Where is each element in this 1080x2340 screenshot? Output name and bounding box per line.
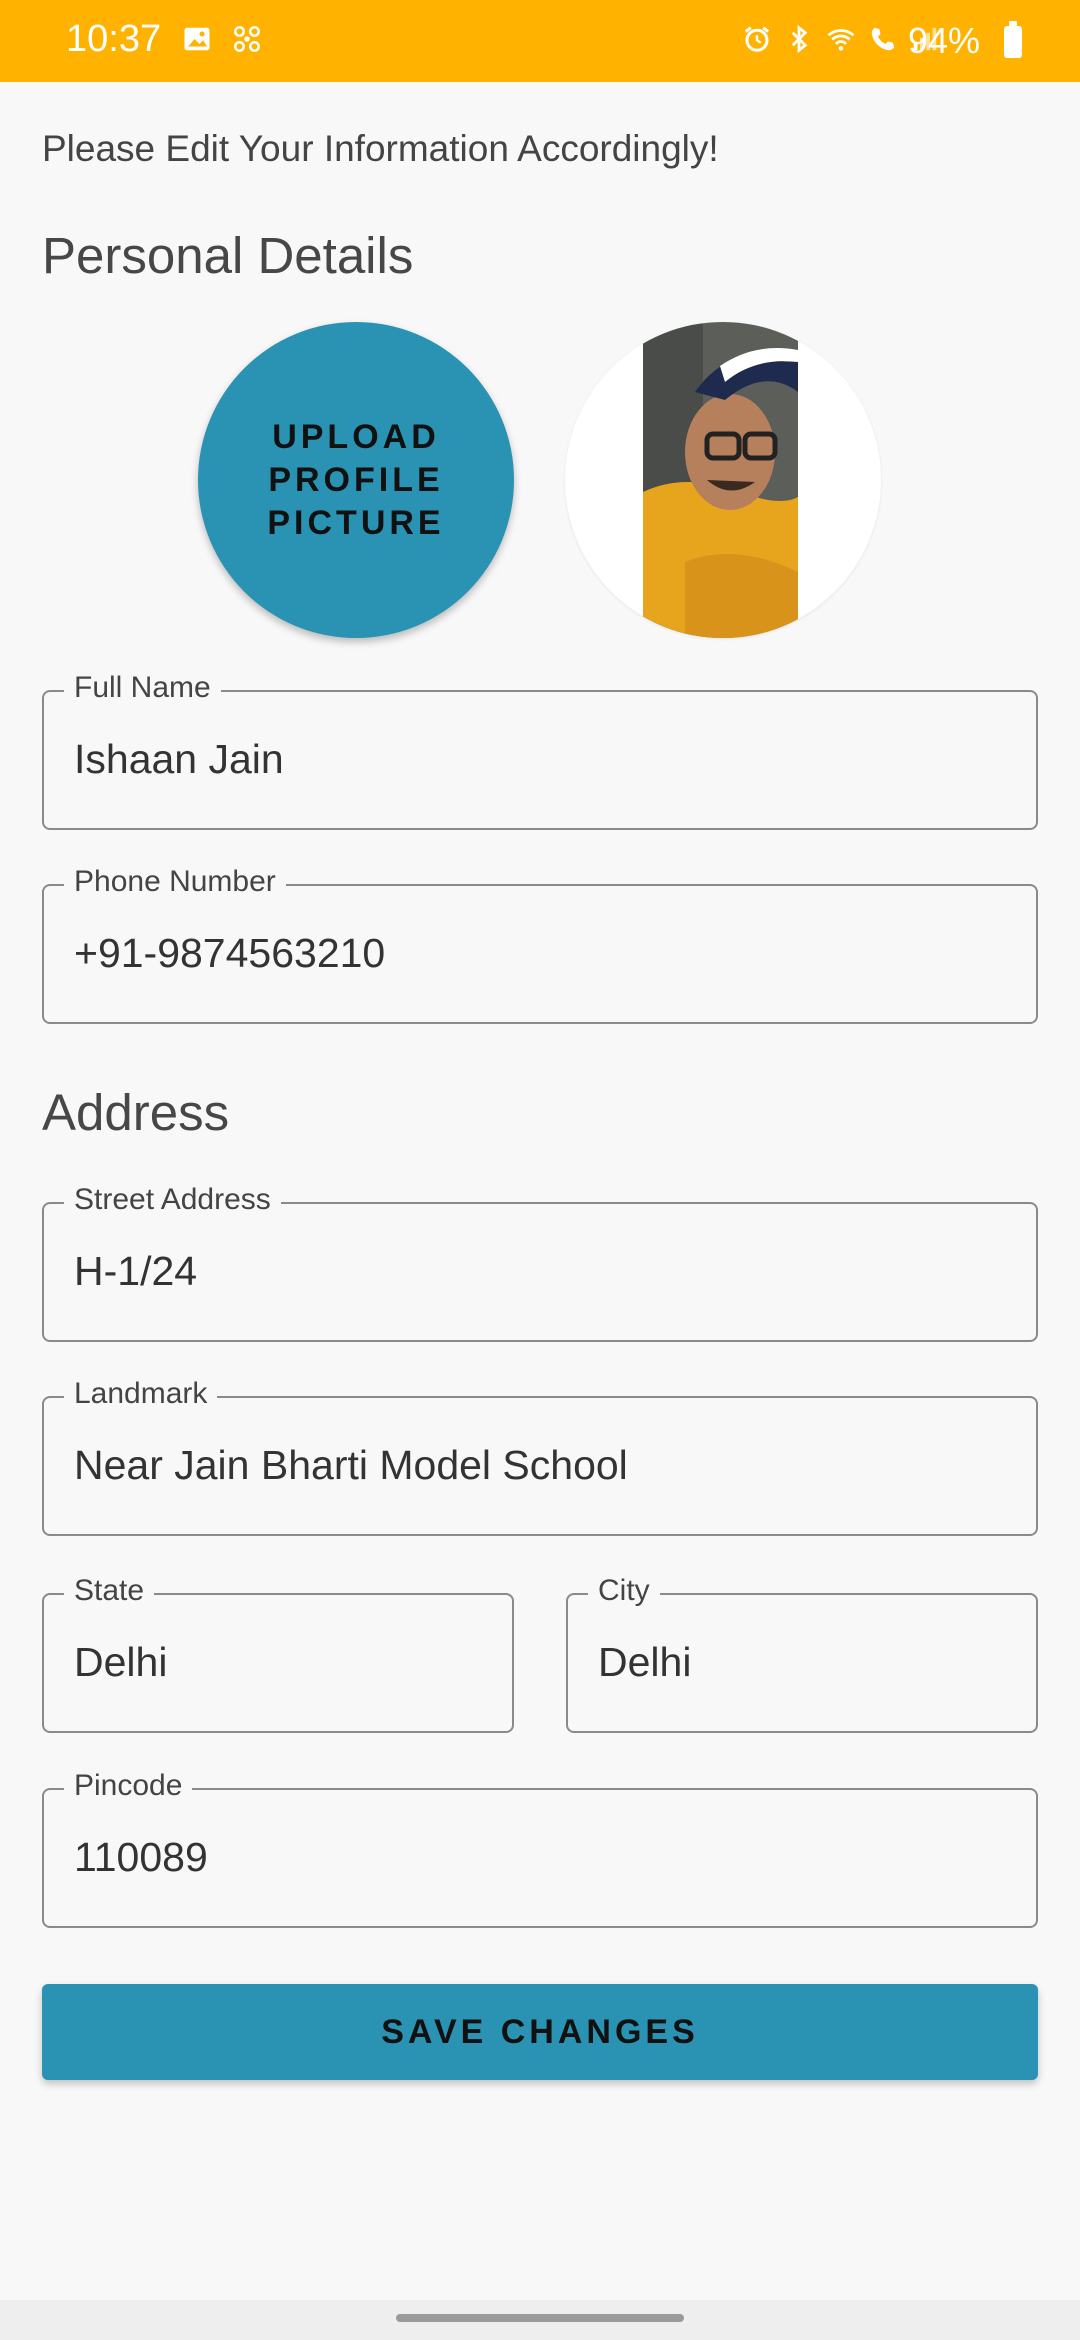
landmark-field[interactable]: Landmark Near Jain Bharti Model School xyxy=(42,1376,1038,1536)
city-value[interactable]: Delhi xyxy=(598,1639,691,1686)
upload-profile-picture-button[interactable]: UPLOAD PROFILE PICTURE xyxy=(198,322,514,638)
city-label: City xyxy=(588,1573,660,1609)
phone-number-label: Phone Number xyxy=(64,864,286,900)
state-value[interactable]: Delhi xyxy=(74,1639,167,1686)
home-gesture-handle[interactable] xyxy=(396,2314,684,2322)
state-label: State xyxy=(64,1573,155,1609)
phone-number-field[interactable]: Phone Number +91-9874563210 xyxy=(42,864,1038,1024)
address-heading: Address xyxy=(42,1084,230,1141)
pincode-field[interactable]: Pincode 110089 xyxy=(42,1768,1038,1928)
street-address-value[interactable]: H-1/24 xyxy=(74,1248,197,1295)
navigation-bar xyxy=(0,2300,1080,2340)
full-name-value[interactable]: Ishaan Jain xyxy=(74,736,284,783)
pincode-label: Pincode xyxy=(64,1768,193,1804)
personal-details-heading: Personal Details xyxy=(42,227,414,284)
pincode-value[interactable]: 110089 xyxy=(74,1834,208,1881)
street-address-label: Street Address xyxy=(64,1182,281,1218)
status-left-icons xyxy=(182,24,262,54)
status-bar: 10:37 94% xyxy=(0,0,1080,82)
battery-percent: 94% xyxy=(907,20,980,61)
fan-icon xyxy=(233,25,261,53)
bluetooth-icon xyxy=(791,24,808,54)
full-name-label: Full Name xyxy=(64,670,221,706)
phone-number-value[interactable]: +91-9874563210 xyxy=(74,930,385,977)
status-time: 10:37 xyxy=(66,18,162,60)
city-field[interactable]: City Delhi xyxy=(566,1573,1038,1733)
intro-text: Please Edit Your Information Accordingly… xyxy=(42,128,719,169)
save-changes-button[interactable]: SAVE CHANGES xyxy=(42,1984,1038,2080)
state-field[interactable]: State Delhi xyxy=(42,1573,514,1733)
street-address-field[interactable]: Street Address H-1/24 xyxy=(42,1182,1038,1342)
call-icon xyxy=(871,27,895,51)
gallery-icon xyxy=(184,27,210,51)
landmark-label: Landmark xyxy=(64,1376,218,1412)
wifi-icon xyxy=(827,29,855,51)
battery-icon xyxy=(1004,21,1022,58)
profile-picture xyxy=(565,322,881,638)
alarm-icon xyxy=(744,26,770,52)
profile-photo-image xyxy=(643,322,798,638)
landmark-value[interactable]: Near Jain Bharti Model School xyxy=(74,1442,628,1489)
full-name-field[interactable]: Full Name Ishaan Jain xyxy=(42,670,1038,830)
